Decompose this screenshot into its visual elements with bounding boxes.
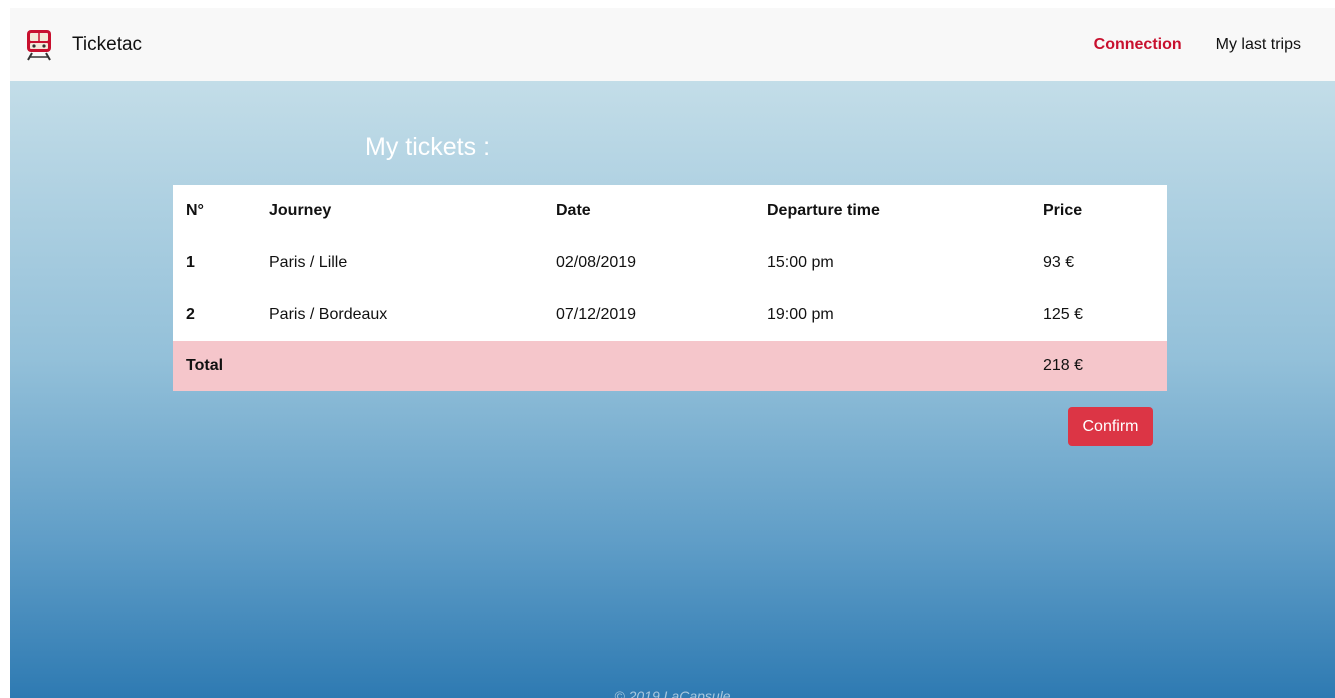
row-number: 2 (186, 306, 195, 323)
row-number: 1 (186, 254, 195, 271)
brand-name: Ticketac (72, 33, 143, 55)
header-number: N° (186, 202, 204, 219)
table-row: 1 Paris / Lille 02/08/2019 15:00 pm 93 € (173, 237, 1167, 289)
header-departure-time: Departure time (767, 202, 880, 219)
confirm-button[interactable]: Confirm (1068, 407, 1153, 446)
table-header-row: N° Journey Date Departure time Price (173, 185, 1167, 237)
row-departure-time: 19:00 pm (767, 306, 834, 323)
main-content: My tickets : N° Journey Date Departure t… (10, 81, 1335, 698)
header-journey: Journey (269, 202, 332, 219)
table-body: 1 Paris / Lille 02/08/2019 15:00 pm 93 €… (173, 237, 1167, 391)
row-price: 93 € (1043, 254, 1075, 271)
page-title: My tickets : (365, 133, 491, 161)
row-date: 07/12/2019 (556, 306, 637, 323)
header-price: Price (1043, 202, 1083, 219)
brand-link[interactable]: Ticketac (26, 29, 142, 61)
total-empty-cell (543, 341, 754, 391)
total-label: Total (173, 341, 256, 391)
nav-links: Connection My last trips (1094, 8, 1335, 81)
total-price: 218 € (1030, 341, 1167, 391)
row-departure-time: 15:00 pm (767, 254, 834, 271)
footer-copyright: © 2019 LaCapsule (614, 688, 731, 698)
total-empty-cell (754, 341, 1030, 391)
nav-connection-link[interactable]: Connection (1094, 36, 1182, 54)
train-icon (27, 29, 51, 60)
total-row: Total 218 € (173, 341, 1167, 391)
tickets-table: N° Journey Date Departure time Price 1 P… (173, 185, 1167, 391)
nav-last-trips-link[interactable]: My last trips (1216, 36, 1301, 54)
row-price: 125 € (1043, 306, 1084, 323)
total-empty-cell (256, 341, 543, 391)
row-journey: Paris / Lille (269, 254, 348, 271)
table-row: 2 Paris / Bordeaux 07/12/2019 19:00 pm 1… (173, 289, 1167, 341)
header-date: Date (556, 202, 591, 219)
navbar: Ticketac Connection My last trips (10, 8, 1335, 81)
table-header: N° Journey Date Departure time Price (173, 185, 1167, 237)
row-journey: Paris / Bordeaux (269, 306, 388, 323)
app-frame: Ticketac Connection My last trips My tic… (10, 8, 1335, 698)
row-date: 02/08/2019 (556, 254, 637, 271)
